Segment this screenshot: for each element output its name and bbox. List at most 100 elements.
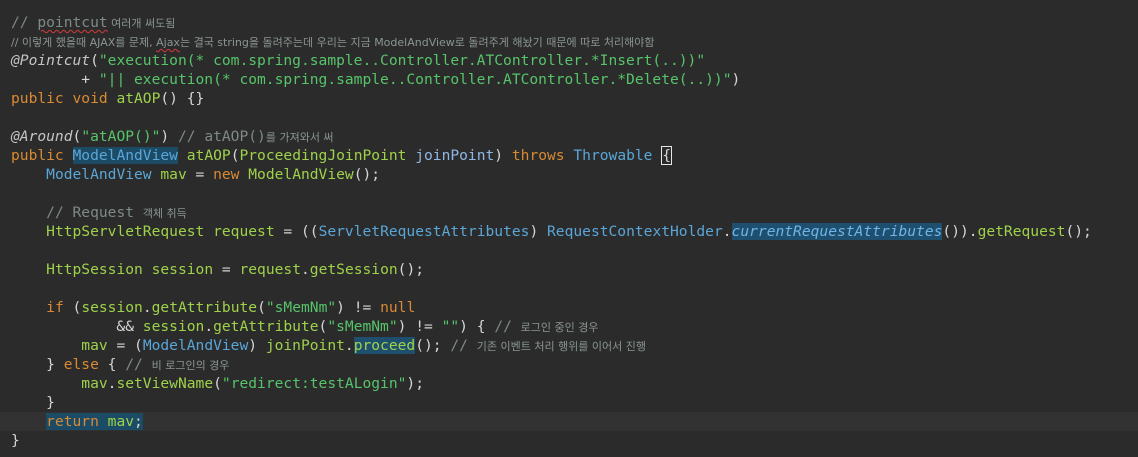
- keyword: public: [11, 147, 73, 164]
- string-literal: "atAOP()": [81, 128, 161, 145]
- method-name: setViewName: [116, 375, 214, 392]
- string-literal: "execution(* com.spring.sample..Controll…: [98, 52, 706, 69]
- punctuation: ): [529, 223, 548, 240]
- code-line-9: ModelAndView mav = new ModelAndView();: [0, 165, 1138, 184]
- comment: //: [11, 14, 38, 31]
- annotation-around: @Around: [11, 128, 73, 145]
- variable-name: joinPoint: [265, 337, 345, 354]
- punctuation: (: [257, 299, 266, 316]
- operator: ) !=: [336, 299, 381, 316]
- comment: // Request: [46, 204, 143, 221]
- type-name: ModelAndView: [46, 166, 152, 183]
- punctuation: (: [72, 128, 82, 145]
- keyword: if: [46, 299, 64, 316]
- code-line-12: HttpServletRequest request = ((ServletRe…: [0, 222, 1138, 241]
- punctuation: ): [731, 71, 741, 88]
- code-line-5: public void atAOP() {}: [0, 89, 1138, 108]
- punctuation: () {}: [160, 90, 205, 107]
- matched-brace: {: [661, 146, 673, 165]
- parameter-name: joinPoint: [415, 147, 495, 164]
- method-name: getAttribute: [151, 299, 258, 316]
- string-literal: "sMemNm": [265, 299, 337, 316]
- variable-name: session: [151, 261, 214, 278]
- punctuation: );: [406, 375, 424, 392]
- operator: =: [213, 261, 240, 278]
- operator: &&: [11, 318, 143, 335]
- code-line-8: public ModelAndView atAOP(ProceedingJoin…: [0, 146, 1138, 165]
- comment-korean: 기존 이벤트 처리 행위를 이어서 진행: [476, 340, 647, 353]
- type-name: HttpSession: [46, 261, 143, 278]
- keyword: new: [213, 166, 249, 183]
- code-editor[interactable]: // pointcut 여러개 써도됨 // 이렇게 했을때 AJAX를 문제,…: [0, 0, 1138, 457]
- punctuation: {: [98, 356, 126, 373]
- comment-korean: 비 로그인의 경우: [151, 359, 230, 372]
- keyword: null: [380, 299, 416, 316]
- comment-korean: 로그인 중인 경우: [520, 321, 599, 334]
- operator: = (: [107, 337, 143, 354]
- comment: // 이렇게 했을때 AJAX를 문제,: [11, 36, 157, 49]
- comment-misspelled-word: pointcut: [37, 14, 108, 31]
- comment: //: [494, 318, 521, 335]
- comment-korean: 는 결국 string을 돌려주는데 우리는 지금 ModelAndView로 …: [179, 36, 655, 49]
- keyword: else: [63, 356, 99, 373]
- punctuation: ) {: [459, 318, 495, 335]
- selected-variable-mav: mav: [107, 413, 135, 430]
- code-line-22-current: return mav;: [0, 412, 1138, 431]
- string-literal: "": [441, 318, 460, 335]
- code-line-11: // Request 객체 취득: [0, 203, 1138, 222]
- selected-type-modelandview: ModelAndView: [72, 147, 178, 164]
- variable-name: mav: [81, 337, 108, 354]
- punctuation: .: [344, 337, 354, 354]
- code-line-7: @Around("atAOP()") // atAOP()를 가져와서 써: [0, 127, 1138, 146]
- variable-name: session: [81, 299, 143, 316]
- comment-misspelled-word: Ajax: [156, 36, 180, 49]
- punctuation: ();: [1065, 223, 1092, 240]
- method-name: atAOP: [116, 90, 161, 107]
- highlighted-method-proceed: proceed: [353, 337, 416, 354]
- punctuation: (: [90, 52, 99, 69]
- punctuation: (: [213, 375, 222, 392]
- punctuation: ): [494, 147, 512, 164]
- punctuation: (: [63, 299, 82, 316]
- type-name: RequestContextHolder: [547, 223, 723, 240]
- comment-korean: 객체 취득: [142, 207, 187, 220]
- comment-korean: 여러개 써도됨: [107, 17, 176, 30]
- string-literal: "sMemNm": [327, 318, 398, 335]
- keyword: public void: [11, 90, 117, 107]
- code-line-21: }: [0, 393, 1138, 412]
- method-name: getRequest: [977, 223, 1066, 240]
- punctuation: ();: [353, 166, 381, 183]
- punctuation: .: [142, 299, 152, 316]
- punctuation: ): [160, 128, 178, 145]
- code-line-18: mav = (ModelAndView) joinPoint.proceed()…: [0, 336, 1138, 355]
- punctuation: .: [722, 223, 732, 240]
- operator: = ((: [274, 223, 319, 240]
- type-name: HttpServletRequest: [46, 223, 205, 240]
- selected-punctuation: ;: [134, 413, 143, 430]
- code-line-17: && session.getAttribute("sMemNm") != "")…: [0, 317, 1138, 336]
- comment-korean: 를 가져와서 써: [265, 131, 334, 144]
- code-line-3: @Pointcut("execution(* com.spring.sample…: [0, 51, 1138, 70]
- punctuation: ();: [397, 261, 425, 278]
- code-line-1: // pointcut 여러개 써도됨: [0, 13, 1138, 32]
- code-line-23: }: [0, 431, 1138, 450]
- type-name: Throwable: [573, 147, 653, 164]
- string-literal: "|| execution(* com.spring.sample..Contr…: [98, 71, 732, 88]
- method-name: getAttribute: [213, 318, 319, 335]
- constructor-name: ModelAndView: [248, 166, 354, 183]
- code-line-20: mav.setViewName("redirect:testALogin");: [0, 374, 1138, 393]
- code-line-16: if (session.getAttribute("sMemNm") != nu…: [0, 298, 1138, 317]
